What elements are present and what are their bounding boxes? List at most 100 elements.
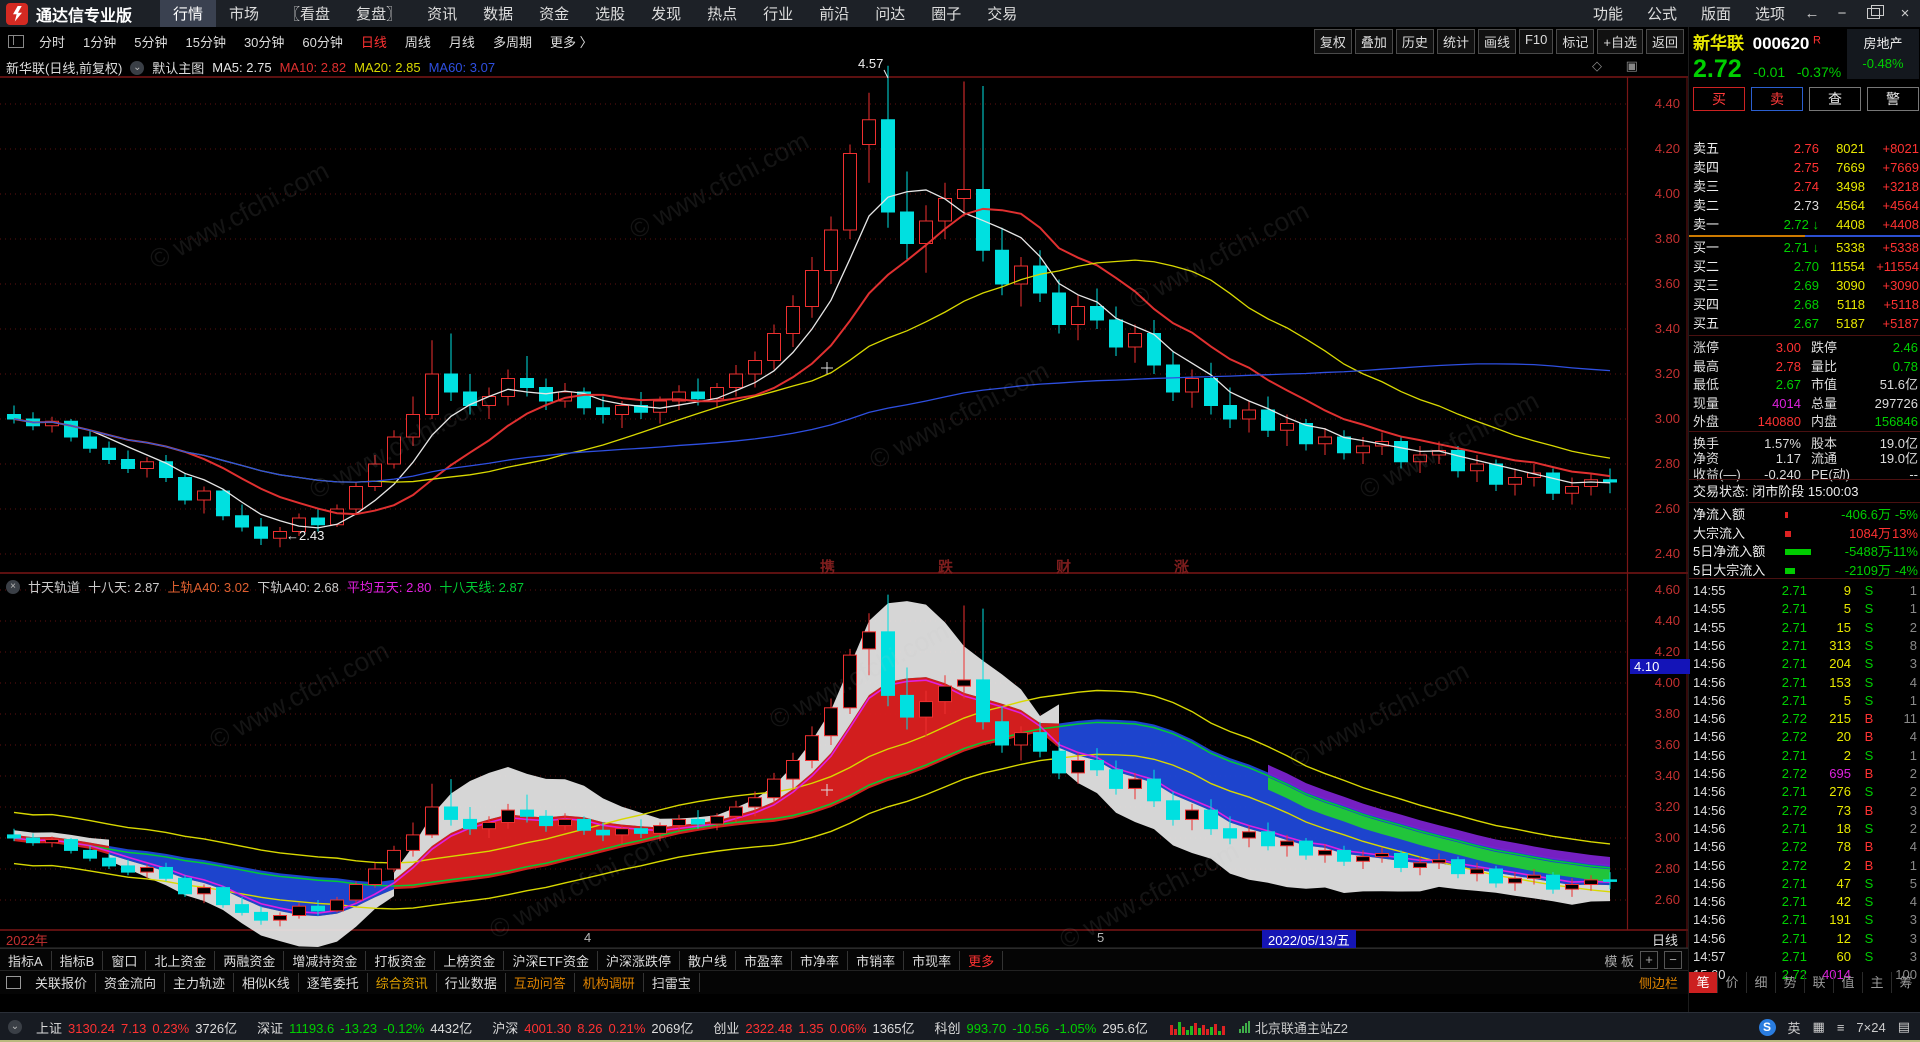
price-change-pct: -0.37% — [1797, 64, 1841, 80]
overlay-label[interactable]: 默认主图 — [152, 58, 204, 77]
indicator-name[interactable]: 廿天轨道 — [28, 577, 80, 596]
sub-axis-tick: 4.60 — [1628, 582, 1680, 597]
ma20-value: MA20: 2.85 — [354, 60, 421, 75]
pane-corner-icons[interactable]: ◇ ▣ — [1592, 58, 1648, 74]
bottom-tab-指标A[interactable]: 指标A — [0, 951, 52, 970]
menu-item-选项[interactable]: 选项 — [1743, 0, 1797, 28]
overlay-char: 跌 — [938, 556, 953, 577]
tick-row: 14:562.7278B4 — [1689, 837, 1920, 856]
tick-row: 14:562.7112S3 — [1689, 929, 1920, 948]
tick-row: 14:562.715S1 — [1689, 691, 1920, 710]
index-创业[interactable]: 创业2322.481.350.06%1365亿 — [713, 1018, 920, 1037]
panel-tab-价[interactable]: 价 — [1718, 972, 1747, 993]
panel-tab-筹[interactable]: 筹 — [1892, 972, 1920, 993]
minimize-icon[interactable]: − — [1827, 5, 1857, 22]
close-icon[interactable]: × — [1890, 5, 1920, 22]
tick-row: 14:552.7115S2 — [1689, 618, 1920, 637]
bottom-tab-市净率[interactable]: 市净率 — [792, 951, 848, 970]
tick-row: 14:562.71276S2 — [1689, 782, 1920, 801]
indicator-v1: 十八天: 2.87 — [88, 577, 160, 596]
bottom-tab-指标B[interactable]: 指标B — [52, 951, 104, 970]
index-科创[interactable]: 科创993.70-10.56-1.05%295.6亿 — [934, 1018, 1153, 1037]
server-status[interactable]: 北京联通主站Z2 — [1239, 1018, 1348, 1037]
tick-row: 14:562.7220B4 — [1689, 727, 1920, 746]
bottom-tab-扫雷宝[interactable]: 扫雷宝 — [644, 973, 700, 992]
expand-indices-icon[interactable]: ⌄ — [8, 1020, 22, 1034]
bottom-tab-打板资金[interactable]: 打板资金 — [366, 951, 435, 970]
bottom-tab-互动问答[interactable]: 互动问答 — [506, 973, 575, 992]
fund-flow-row: 净流入额-406.6万-5% — [1689, 505, 1920, 524]
stat-row: 现量4014总量297726 — [1689, 394, 1920, 413]
bottom-tab-市销率[interactable]: 市销率 — [848, 951, 904, 970]
chart-area[interactable]: 4.57←2.43 新华联(日线,前复权) ⌄ 默认主图 MA5: 2.75 M… — [0, 0, 1688, 1012]
panel-tab-值[interactable]: 值 — [1834, 972, 1863, 993]
orderbook-row: 买一2.71 ↓5338+5338 — [1689, 238, 1920, 257]
main-axis-tick: 2.60 — [1628, 501, 1680, 516]
orderbook-row: 买四2.685118+5118 — [1689, 295, 1920, 314]
last-price: 2.72 — [1693, 55, 1742, 83]
input-method-icon[interactable]: S — [1759, 1019, 1776, 1036]
menu-icon[interactable]: ≡ — [1837, 1020, 1845, 1035]
bottom-tab-北上资金[interactable]: 北上资金 — [146, 951, 215, 970]
lang-indicator[interactable]: 英 — [1788, 1018, 1801, 1037]
panel-tab-势[interactable]: 势 — [1776, 972, 1805, 993]
orderbook-row: 卖五2.768021+8021 — [1689, 139, 1920, 158]
main-axis-tick: 4.40 — [1628, 96, 1680, 111]
action-button-警[interactable]: 警 — [1867, 87, 1919, 111]
bottom-tab-关联报价[interactable]: 关联报价 — [27, 973, 96, 992]
main-axis-tick: 4.20 — [1628, 141, 1680, 156]
bottom-tab-行业数据[interactable]: 行业数据 — [437, 973, 506, 992]
taskbar-icon[interactable]: ▤ — [1898, 1019, 1910, 1035]
bottom-tab-窗口[interactable]: 窗口 — [103, 951, 146, 970]
stock-code: 000620 — [1753, 34, 1810, 53]
window-icon[interactable] — [6, 976, 21, 989]
remove-pane-button[interactable]: − — [1664, 951, 1682, 969]
bottom-tab-上榜资金[interactable]: 上榜资金 — [435, 951, 504, 970]
sidebar-toggle-button[interactable]: 侧边栏 — [1639, 973, 1678, 992]
action-button-卖[interactable]: 卖 — [1751, 87, 1803, 111]
more-tab[interactable]: 更多 — [960, 951, 1003, 970]
bottom-tab-机构调研[interactable]: 机构调研 — [575, 973, 644, 992]
action-button-查[interactable]: 查 — [1809, 87, 1861, 111]
bottom-tab-相似K线[interactable]: 相似K线 — [234, 973, 299, 992]
index-沪深[interactable]: 沪深4001.308.260.21%2069亿 — [492, 1018, 699, 1037]
period-label: 日线 — [1652, 930, 1678, 949]
tick-row: 14:562.7142S4 — [1689, 892, 1920, 911]
bottom-tab-沪深ETF资金[interactable]: 沪深ETF资金 — [504, 951, 598, 970]
panel-tab-细[interactable]: 细 — [1747, 972, 1776, 993]
restore-icon[interactable] — [1867, 8, 1880, 19]
margin-flag: R — [1813, 35, 1821, 47]
sub-pane-header: × 廿天轨道 十八天: 2.87 上轨A40: 3.02 下轨A40: 2.68… — [6, 577, 524, 596]
bottom-tab-散户线[interactable]: 散户线 — [680, 951, 736, 970]
quote-panel: 新华联 000620 R 房地产 -0.48% 2.72 -0.01 -0.37… — [1688, 27, 1920, 1012]
tick-row: 14:562.71191S3 — [1689, 910, 1920, 929]
x-axis-date-badge: 2022/05/13/五 — [1262, 930, 1356, 949]
orderbook-row: 卖一2.72 ↓4408+4408 — [1689, 215, 1920, 234]
bottom-tab-沪深涨跌停[interactable]: 沪深涨跌停 — [598, 951, 680, 970]
keyboard-icon[interactable]: ▦ — [1813, 1019, 1825, 1035]
collapse-icon[interactable]: ⌄ — [130, 61, 144, 75]
bottom-tab-逐笔委托[interactable]: 逐笔委托 — [299, 973, 368, 992]
industry-box[interactable]: 房地产 -0.48% — [1847, 29, 1919, 79]
bottom-tab-市现率[interactable]: 市现率 — [904, 951, 960, 970]
sub-axis-tick: 4.20 — [1628, 644, 1680, 659]
bid-ask-divider — [1689, 235, 1920, 237]
bottom-tab-资金流向[interactable]: 资金流向 — [96, 973, 165, 992]
bottom-tab-综合资讯[interactable]: 综合资讯 — [368, 973, 437, 992]
menu-item-版面[interactable]: 版面 — [1689, 0, 1743, 28]
candlestick-chart[interactable]: 4.57←2.43 — [0, 0, 1688, 1012]
indicator-close-icon[interactable]: × — [6, 580, 20, 594]
template-button[interactable]: 模 板 — [1604, 951, 1634, 970]
panel-tab-笔[interactable]: 笔 — [1689, 972, 1718, 993]
back-icon[interactable]: ← — [1797, 5, 1827, 22]
index-上证[interactable]: 上证3130.247.130.23%3726亿 — [36, 1018, 243, 1037]
bottom-tab-两融资金[interactable]: 两融资金 — [215, 951, 284, 970]
index-深证[interactable]: 深证11193.6-13.23-0.12%4432亿 — [257, 1018, 478, 1037]
bottom-tab-主力轨迹[interactable]: 主力轨迹 — [165, 973, 234, 992]
bottom-tab-增减持资金[interactable]: 增减持资金 — [284, 951, 366, 970]
action-button-买[interactable]: 买 — [1693, 87, 1745, 111]
bottom-tab-市盈率[interactable]: 市盈率 — [736, 951, 792, 970]
add-pane-button[interactable]: + — [1640, 951, 1658, 969]
panel-tab-主[interactable]: 主 — [1863, 972, 1892, 993]
panel-tab-联[interactable]: 联 — [1805, 972, 1834, 993]
